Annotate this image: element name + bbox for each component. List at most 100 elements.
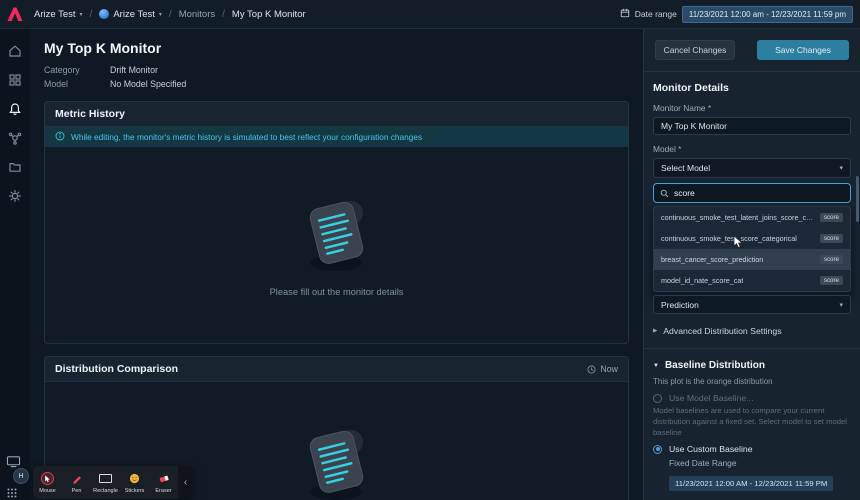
model-search-value: score (674, 188, 695, 198)
pen-tool-button[interactable]: Pen (62, 466, 91, 499)
app-root: Arize Test ▾ / Arize Test ▾ / Monitors /… (0, 0, 860, 500)
org-switcher[interactable]: Arize Test ▾ (34, 9, 83, 20)
model-select-value: Select Model (661, 163, 711, 173)
model-select[interactable]: Select Model ▾ (653, 158, 851, 178)
baseline-distribution-toggle[interactable]: ▼ Baseline Distribution (653, 360, 851, 371)
page-title: My Top K Monitor (44, 40, 162, 56)
divider (644, 71, 860, 72)
stickers-tool-button[interactable]: Stickers (120, 466, 149, 499)
distribution-header: Distribution Comparison Now (45, 357, 628, 382)
breadcrumb-separator: / (89, 8, 93, 20)
model-baseline-radio[interactable]: Use Model Baseline... (653, 393, 851, 403)
mouse-tool-button[interactable]: Mouse (33, 466, 62, 499)
monitor-details-title: Monitor Details (653, 82, 729, 94)
monitor-name-input[interactable]: My Top K Monitor (653, 117, 851, 135)
model-baseline-help: Model baselines are used to compare your… (653, 406, 848, 437)
annotation-toolbar: Mouse Pen Rectangle Stickers Eraser ‹ (33, 466, 193, 499)
eraser-icon (159, 475, 169, 483)
model-option-label: continuous_smoke_test_score_categorical (661, 234, 797, 243)
model-label: Model * (653, 144, 682, 154)
metric-history-card: Metric History While editing, the monito… (44, 101, 629, 344)
panel-actions: Cancel Changes Save Changes (655, 40, 849, 60)
settings-gear-icon[interactable] (8, 189, 22, 203)
now-control[interactable]: Now (587, 364, 618, 374)
radio-checked-icon (653, 444, 662, 454)
model-option-label: model_id_nate_score_cat (661, 276, 744, 285)
tool-label: Eraser (155, 487, 172, 494)
model-option-label: breast_cancer_score_prediction (661, 255, 764, 264)
advanced-distribution-settings-toggle[interactable]: ▶ Advanced Distribution Settings (653, 326, 851, 336)
metric-history-empty-state: Please fill out the monitor details (45, 147, 628, 343)
chevron-down-icon: ▾ (839, 165, 843, 172)
model-option[interactable]: continuous_smoke_test_score_categorical … (654, 228, 850, 249)
main-content: My Top K Monitor Category Drift Monitor … (30, 28, 643, 500)
meta-label: Category (44, 65, 80, 75)
panel-scrollbar[interactable] (856, 176, 859, 222)
fixed-date-range-group: Fixed Date Range 11/23/2021 12:00 AM - 1… (669, 458, 851, 492)
avatar[interactable]: H (13, 468, 29, 484)
monitors-bell-icon[interactable] (8, 102, 22, 116)
divider (644, 348, 860, 349)
date-range-control: Date range 11/23/2021 12:00 am - 12/23/2… (620, 5, 860, 23)
model-option[interactable]: breast_cancer_score_prediction score (654, 249, 850, 270)
date-range-label: Date range (634, 9, 677, 19)
grid-handle-icon[interactable] (7, 485, 17, 500)
info-icon (55, 131, 65, 143)
space-icon (99, 9, 110, 19)
eraser-tool-button[interactable]: Eraser (149, 466, 178, 499)
cancel-changes-button[interactable]: Cancel Changes (655, 40, 735, 60)
toolbar-collapse-button[interactable]: ‹ (178, 466, 193, 499)
page-header: My Top K Monitor Category Drift Monitor … (30, 28, 643, 89)
rectangle-icon (99, 474, 112, 483)
chevron-down-icon: ▾ (79, 11, 83, 18)
arize-logo-icon[interactable] (0, 0, 30, 28)
space-switcher[interactable]: Arize Test ▾ (99, 9, 162, 20)
breadcrumb-current-page: My Top K Monitor (231, 8, 306, 20)
models-icon[interactable] (8, 131, 22, 145)
fixed-date-range-value[interactable]: 11/23/2021 12:00 AM - 12/23/2021 11:59 P… (669, 476, 834, 492)
rectangle-tool-button[interactable]: Rectangle (91, 466, 120, 499)
baseline-distribution-title: Baseline Distribution (664, 360, 765, 371)
org-name: Arize Test (34, 8, 76, 20)
tool-label: Rectangle (93, 487, 118, 494)
model-option-tag: score (819, 276, 843, 285)
meta-value: Drift Monitor (110, 65, 158, 75)
triangle-right-icon: ▶ (653, 328, 658, 334)
space-name: Arize Test (113, 8, 155, 20)
breadcrumb-monitors-link[interactable]: Monitors (179, 9, 215, 20)
clock-icon (587, 365, 596, 373)
metric-history-header: Metric History (45, 102, 628, 127)
now-label: Now (600, 364, 618, 374)
fixed-date-range-label: Fixed Date Range (669, 458, 737, 469)
breadcrumb: Arize Test ▾ / Arize Test ▾ / Monitors /… (34, 9, 306, 20)
pen-icon (72, 475, 81, 484)
home-icon[interactable] (8, 44, 22, 58)
info-banner: While editing, the monitor's metric hist… (45, 127, 628, 147)
nav-sidebar (0, 28, 30, 500)
model-search-input[interactable]: score (653, 183, 851, 203)
model-option[interactable]: continuous_smoke_test_latent_joins_score… (654, 207, 850, 228)
apps-grid-icon[interactable] (8, 73, 22, 87)
meta-value: No Model Specified (110, 79, 187, 89)
projects-folder-icon[interactable] (8, 160, 22, 174)
custom-baseline-radio[interactable]: Use Custom Baseline (653, 444, 851, 454)
model-option-tag: score (819, 255, 843, 264)
model-option-label: continuous_smoke_test_latent_joins_score… (661, 213, 815, 222)
model-option[interactable]: model_id_nate_score_cat score (654, 270, 850, 291)
tool-label: Pen (71, 487, 82, 494)
custom-baseline-label: Use Custom Baseline (669, 444, 753, 455)
metric-history-title: Metric History (55, 108, 126, 120)
prediction-select[interactable]: Prediction ▾ (653, 295, 851, 314)
empty-state-text: Please fill out the monitor details (269, 287, 404, 297)
monitor-name-label: Monitor Name * (653, 103, 712, 113)
distribution-title: Distribution Comparison (55, 363, 179, 375)
breadcrumb-separator: / (222, 8, 225, 20)
empty-state-illustration (309, 430, 363, 500)
advanced-settings-label: Advanced Distribution Settings (663, 326, 782, 336)
save-changes-button[interactable]: Save Changes (757, 40, 849, 60)
mouse-cursor-icon (41, 472, 54, 485)
topbar: Arize Test ▾ / Arize Test ▾ / Monitors /… (0, 0, 860, 29)
date-range-value[interactable]: 11/23/2021 12:00 am - 12/23/2021 11:59 p… (681, 5, 853, 23)
tool-label: Stickers (124, 487, 145, 494)
model-dropdown: continuous_smoke_test_latent_joins_score… (653, 206, 851, 292)
